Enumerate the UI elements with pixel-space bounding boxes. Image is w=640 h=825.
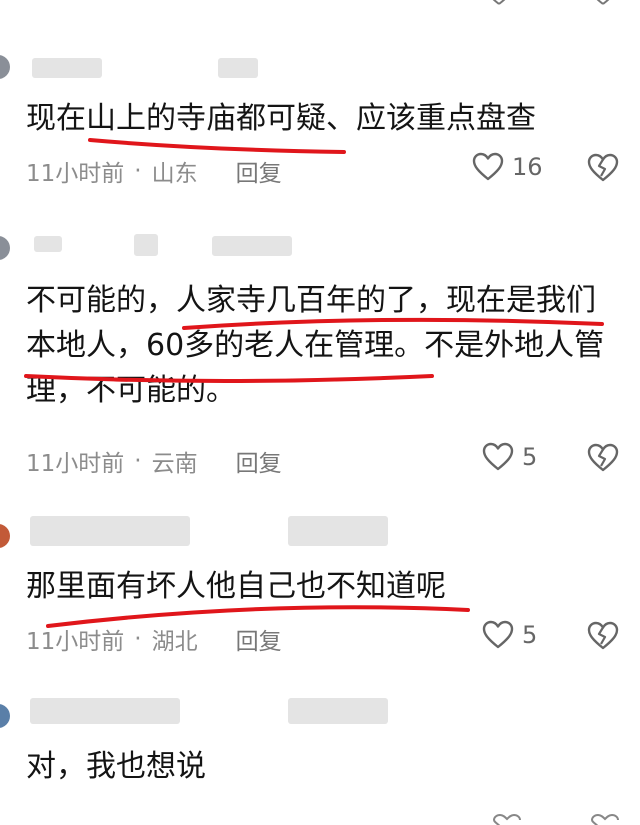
- comment-text: 对，我也想说: [26, 744, 206, 789]
- comment-meta: 11小时前 · 湖北 回复: [26, 622, 282, 656]
- broken-heart-icon: [596, 0, 610, 5]
- heart-outline-icon: [482, 442, 514, 471]
- comment-meta: 11小时前 · 云南 回复: [26, 444, 282, 478]
- comment-meta: 11小时前 · 山东 回复: [26, 154, 282, 188]
- username-blurred[interactable]: [30, 516, 190, 546]
- like-count: 5: [522, 443, 538, 471]
- broken-heart-icon: [590, 814, 619, 825]
- username-blurred[interactable]: [32, 58, 102, 78]
- underline-annotation: [182, 317, 604, 330]
- avatar[interactable]: [0, 704, 10, 728]
- comment-location: 湖北: [151, 629, 198, 655]
- comment-time: 11小时前: [26, 629, 125, 655]
- comment-location: 山东: [151, 161, 198, 187]
- heart-outline-icon: [482, 620, 514, 649]
- username-blurred: [218, 58, 258, 78]
- like-button[interactable]: 16: [472, 152, 543, 182]
- username-blurred[interactable]: [30, 698, 180, 724]
- like-button[interactable]: 5: [482, 620, 537, 650]
- avatar[interactable]: [0, 236, 10, 260]
- broken-heart-icon[interactable]: [586, 443, 620, 473]
- username-blurred: [212, 236, 292, 256]
- underline-annotation: [24, 374, 434, 383]
- broken-heart-icon[interactable]: [586, 621, 620, 651]
- heart-outline-icon: [492, 814, 521, 825]
- previous-comment-remnant: [0, 0, 640, 6]
- comment-time: 11小时前: [26, 451, 125, 477]
- like-button[interactable]: 5: [482, 442, 537, 472]
- broken-heart-icon[interactable]: [586, 153, 620, 183]
- comment-meta-cutoff: [0, 810, 640, 825]
- reply-button[interactable]: 回复: [236, 444, 282, 478]
- avatar[interactable]: [0, 55, 10, 79]
- like-count: 16: [512, 153, 543, 181]
- heart-outline-icon: [492, 0, 506, 5]
- comment-location: 云南: [151, 451, 198, 477]
- like-count: 5: [522, 621, 538, 649]
- username-blurred: [288, 516, 388, 546]
- comment-line: 对，我也想说: [26, 749, 206, 784]
- heart-outline-icon: [472, 152, 504, 181]
- username-blurred[interactable]: [34, 236, 62, 252]
- reply-button[interactable]: 回复: [236, 154, 282, 188]
- avatar[interactable]: [0, 524, 10, 548]
- username-blurred: [288, 698, 388, 724]
- comment-time: 11小时前: [26, 161, 125, 187]
- username-blurred: [134, 234, 158, 256]
- reply-button[interactable]: 回复: [236, 622, 282, 656]
